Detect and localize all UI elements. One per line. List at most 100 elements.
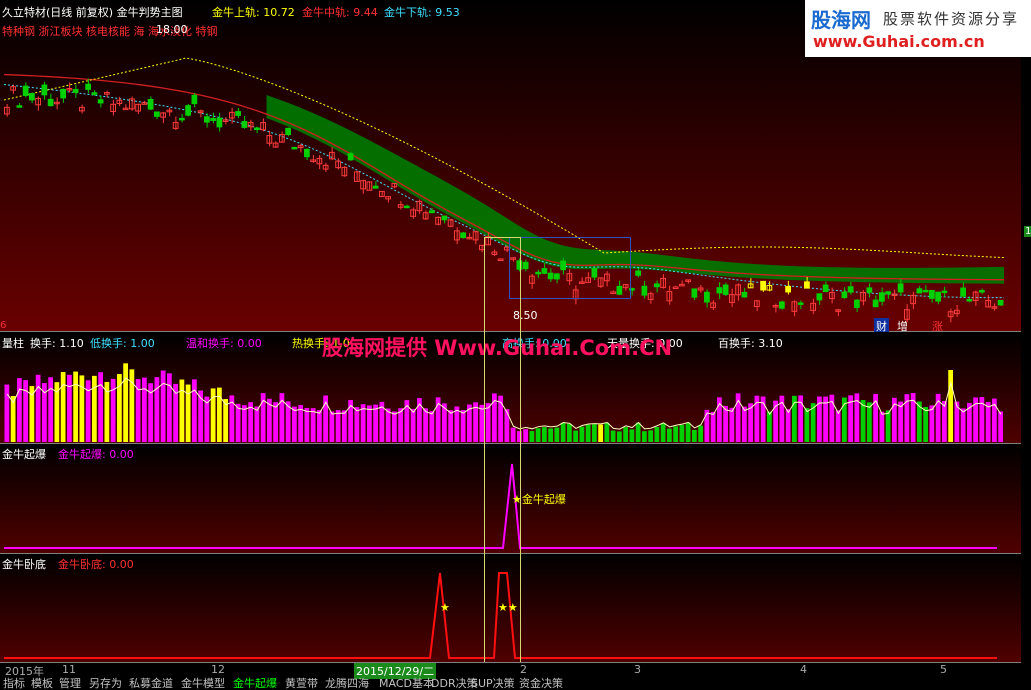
indicator-tab-8[interactable]: 龙腾四海 [325,678,369,690]
volume-bar [723,405,728,442]
volume-bar [335,410,341,442]
volume-bar [948,370,953,442]
volume-bar [460,410,466,442]
volume-bar [123,363,128,442]
indicator-tab-0[interactable]: 指标 [3,678,25,690]
candle [879,292,885,302]
candle [16,105,23,108]
volume-bar [192,379,197,442]
volume-bar [423,408,428,442]
indicator-tab-4[interactable]: 私募金道 [129,678,173,690]
volume-bar [560,422,566,442]
volume-bar [704,409,710,442]
mild-turnover-label: 温和换手: 0.00 [186,337,262,350]
candle [235,111,241,116]
candle [779,301,785,309]
volume-bar [129,369,135,442]
indicator-tab-6[interactable]: 金牛起爆 [233,678,277,690]
volume-bar [223,399,228,442]
volume-bar [242,405,247,442]
volume-bar [17,378,22,442]
volume-bar [354,407,360,442]
bottom-bar: 2015年 11 12 2 3 4 5 2015/12/29/二 指标 模板 管理另… [0,662,1031,690]
candle [372,185,379,189]
volume-bar [742,406,747,442]
candle [922,289,929,293]
volume-bar [523,429,528,442]
bottom-star-1: ★ [440,601,450,614]
volume-bar [329,411,335,442]
candle [641,285,648,296]
volume-bar [204,396,210,442]
volume-bar [604,422,610,442]
volume-bar [679,424,685,442]
volume-bar [373,404,378,442]
right-edge-mark: 1 [1024,226,1031,237]
candle [916,288,923,294]
candle [191,94,198,105]
candle [822,284,829,292]
candle [797,302,804,305]
volume-title: 量柱 [2,337,24,350]
volume-bar [835,410,841,442]
volume-bar [923,406,928,442]
candle [866,287,873,293]
high-price-label: 18.00 [156,23,188,36]
candle [885,291,891,295]
axis-mark-3: 3 [634,663,641,676]
volume-bar [410,408,416,442]
guhai-logo: 股海网 股票软件资源分享 www.Guhai.com.cn [805,0,1031,57]
low-turnover-label: 低换手: 1.00 [90,337,155,350]
candle [216,117,223,128]
volume-bar [667,428,672,442]
volume-bar [898,401,903,442]
volume-bar [998,411,1003,442]
volume-bar [167,373,172,442]
candle [91,92,98,95]
volume-bar [867,402,872,442]
candle [979,290,985,293]
volume-bar [554,427,560,442]
indicator-tab-7[interactable]: 黄萱带 [285,678,318,690]
logo-url: www.Guhai.com.cn [813,32,985,51]
upper-band-label: 金牛上轨: 10.72 [212,6,295,19]
volume-bar [535,428,541,442]
mid-band-label: 金牛中轨: 9.44 [302,6,378,19]
indicator-tab-11[interactable]: SUP决策 [471,678,515,690]
indicator-tab-12[interactable]: 资金决策 [519,678,563,690]
candle [185,105,191,116]
volume-bar [623,427,628,442]
candle [635,270,641,276]
selection-box-top[interactable] [509,237,631,299]
candle [241,121,248,128]
volume-bar [804,408,810,442]
cursor-column-highlight[interactable] [484,237,521,665]
candle [854,299,860,308]
volume-bar [317,410,322,442]
candle [147,98,154,110]
candle [966,298,973,302]
indicator-tab-5[interactable]: 金牛模型 [181,678,225,690]
volume-bar [73,371,78,442]
candle [847,286,854,293]
candle [179,117,185,121]
volume-bar [685,422,691,442]
indicator-tab-9[interactable]: MACD基本 [379,678,434,690]
volume-bar [67,374,72,442]
volume-bar [79,375,85,442]
candle [804,281,810,289]
candle [60,88,66,99]
volume-bar [710,411,716,442]
candle [347,153,354,161]
candle [997,299,1004,306]
indicator-tab-1[interactable]: 模板 [31,678,53,690]
logo-brand: 股海网 [811,8,871,32]
indicator-tab-2[interactable]: 管理 [59,678,81,690]
candle [872,299,879,308]
volume-bar [692,429,697,442]
volume-bar [135,379,141,442]
axis-mark-2: 2 [520,663,527,676]
candle [85,83,91,90]
indicator-tab-3[interactable]: 另存为 [89,678,122,690]
volume-bar [585,424,591,442]
